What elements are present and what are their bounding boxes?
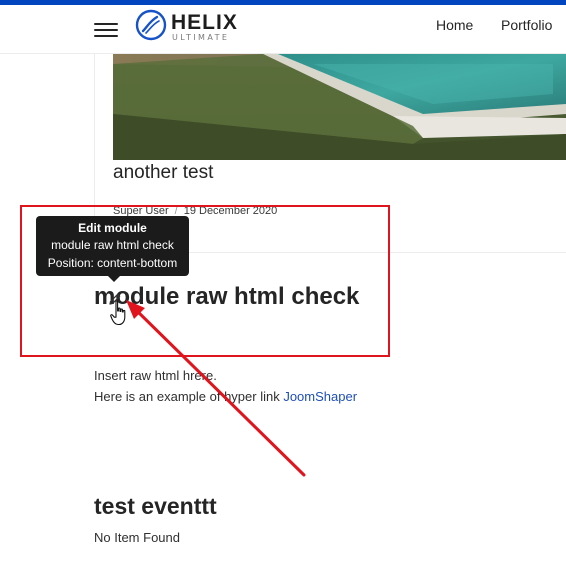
events-empty-message: No Item Found [94,530,180,545]
article-title[interactable]: another test [113,162,213,184]
tooltip-pointer [108,276,120,282]
article-image[interactable] [113,54,566,160]
module-text-line: Insert raw html hrere. [94,368,217,383]
site-logo[interactable]: HELIX ULTIMATE [135,9,245,45]
tooltip-title: Edit module [78,221,147,235]
tooltip-module-name: module raw html check [51,238,174,252]
hand-cursor-icon [110,300,126,326]
logo-tagline: ULTIMATE [172,33,230,42]
pool-photo [113,54,566,160]
edit-module-tooltip: Edit module module raw html check Positi… [36,216,189,276]
hamburger-icon[interactable] [94,21,118,38]
logo-wordmark: HELIX [171,11,238,34]
module-content: Insert raw html hrere. Here is an exampl… [94,365,357,407]
nav-home[interactable]: Home [436,17,473,33]
module-link-prefix: Here is an example of hyper link [94,389,284,404]
logo-icon [135,9,167,41]
nav-portfolio[interactable]: Portfolio [501,17,552,33]
events-title: test eventtt [94,493,217,519]
joomshaper-link[interactable]: JoomShaper [283,389,357,404]
tooltip-position: Position: content-bottom [47,256,178,270]
module-text-line-link: Here is an example of hyper link JoomSha… [94,386,357,407]
site-header: HELIX ULTIMATE Home Portfolio [0,5,566,54]
